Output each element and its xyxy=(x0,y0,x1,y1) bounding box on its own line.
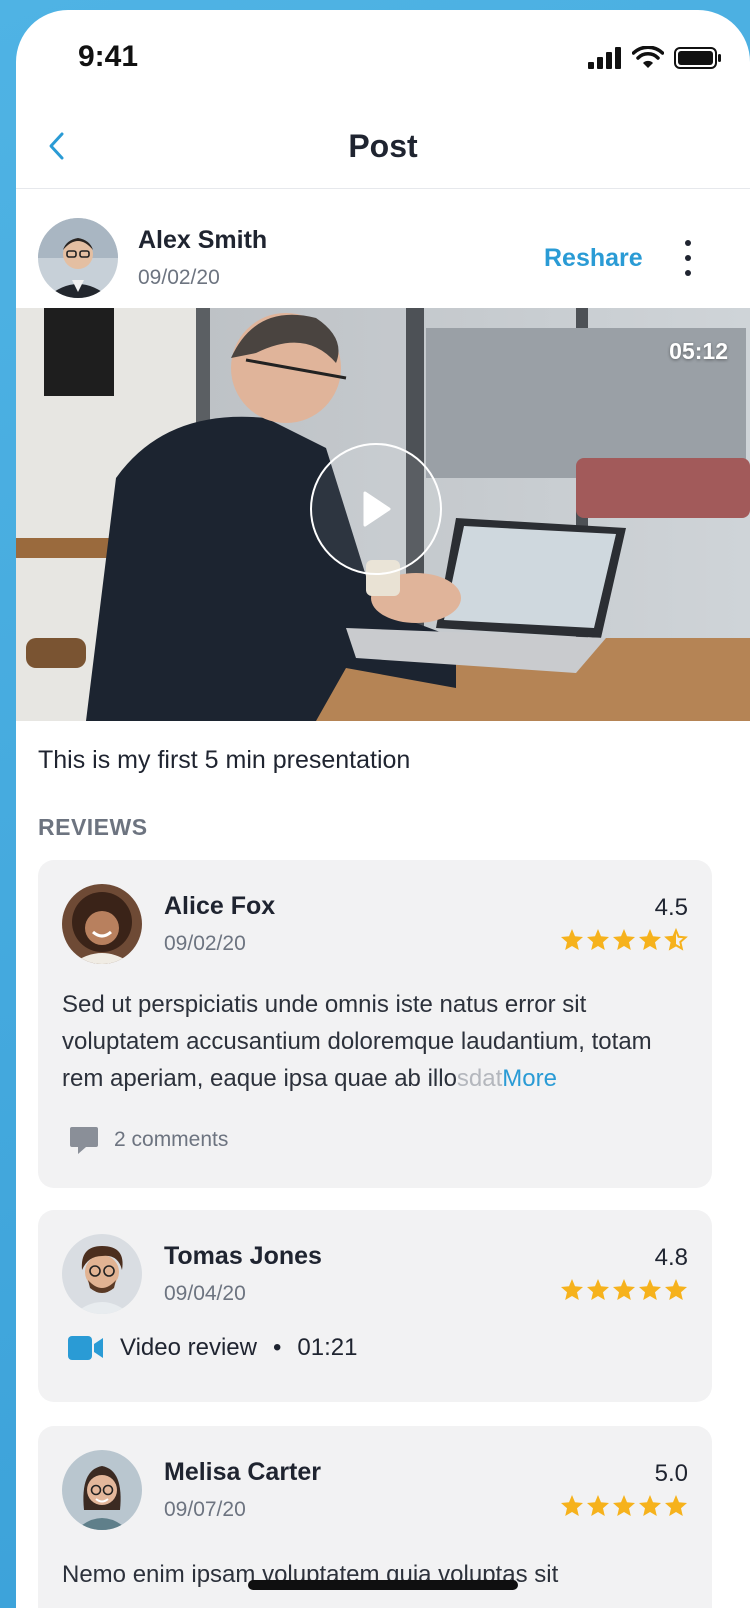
star-icon xyxy=(639,929,661,950)
video-review-duration: 01:21 xyxy=(297,1334,358,1361)
status-time: 9:41 xyxy=(78,40,139,73)
review-date: 09/07/20 xyxy=(164,1498,246,1521)
separator-dot: • xyxy=(272,1334,282,1361)
wifi-icon xyxy=(632,46,664,68)
author-avatar[interactable] xyxy=(38,218,118,298)
reviewer-avatar[interactable] xyxy=(62,1234,142,1314)
rating-stars xyxy=(560,928,688,951)
comments-link[interactable]: 2 comments xyxy=(68,1124,228,1156)
review-date: 09/02/20 xyxy=(164,932,246,955)
reviews-heading: REVIEWS xyxy=(38,814,148,840)
review-date: 09/04/20 xyxy=(164,1282,246,1305)
battery-icon xyxy=(674,47,721,69)
review-score: 4.8 xyxy=(654,1244,688,1271)
star-icon xyxy=(587,1279,609,1300)
more-vertical-icon[interactable] xyxy=(676,238,700,278)
navigation-bar: Post xyxy=(16,108,750,189)
reviewer-name[interactable]: Tomas Jones xyxy=(164,1242,322,1271)
star-icon xyxy=(587,929,609,950)
star-icon xyxy=(639,1495,661,1516)
signal-icon xyxy=(588,47,621,69)
more-link[interactable]: More xyxy=(502,1065,557,1092)
star-icon xyxy=(561,929,583,950)
video-review-label: Video review xyxy=(120,1334,257,1361)
video-review-link[interactable]: Video review • 01:21 xyxy=(68,1334,357,1362)
star-icon xyxy=(613,1279,635,1300)
reviewer-avatar[interactable] xyxy=(62,1450,142,1530)
review-card[interactable]: Tomas Jones 09/04/20 4.8 Video review • … xyxy=(38,1210,712,1402)
star-icon xyxy=(665,1495,687,1516)
comment-icon xyxy=(70,1127,98,1154)
review-text-faded: sdat xyxy=(456,1065,503,1092)
home-indicator[interactable] xyxy=(248,1580,518,1590)
review-score: 4.5 xyxy=(654,894,688,921)
reviewer-avatar[interactable] xyxy=(62,884,142,964)
video-duration: 05:12 xyxy=(669,338,728,364)
star-half-icon xyxy=(664,928,688,951)
play-icon xyxy=(363,491,391,527)
page-title: Post xyxy=(348,128,418,164)
star-icon xyxy=(561,1495,583,1516)
comments-count: 2 comments xyxy=(114,1128,229,1151)
post-caption: This is my first 5 min presentation xyxy=(38,746,411,774)
phone-screen: 9:41 Post Alex Smith 09/02/20 Reshare 05… xyxy=(16,10,750,1608)
reviewer-name[interactable]: Alice Fox xyxy=(164,892,275,921)
star-icon xyxy=(587,1495,609,1516)
reviewer-name[interactable]: Melisa Carter xyxy=(164,1458,321,1487)
star-icon xyxy=(639,1279,661,1300)
star-icon xyxy=(561,1279,583,1300)
rating-stars xyxy=(560,1494,688,1517)
star-icon xyxy=(613,929,635,950)
review-text: Sed ut perspiciatis unde omnis iste natu… xyxy=(62,986,690,1097)
status-icons xyxy=(588,46,722,70)
post-author-row: Alex Smith 09/02/20 Reshare xyxy=(16,200,750,318)
post-date: 09/02/20 xyxy=(138,266,220,289)
reshare-button[interactable]: Reshare xyxy=(544,244,643,273)
video-camera-icon xyxy=(68,1336,103,1360)
rating-stars xyxy=(560,1278,688,1301)
status-bar: 9:41 xyxy=(16,10,750,100)
star-icon xyxy=(665,1279,687,1300)
review-text-visible: Sed ut perspiciatis unde omnis iste natu… xyxy=(62,991,652,1092)
play-button[interactable] xyxy=(310,443,442,575)
video-player[interactable]: 05:12 xyxy=(16,308,750,721)
star-icon xyxy=(613,1495,635,1516)
review-card[interactable]: Alice Fox 09/02/20 4.5 Sed ut perspiciat… xyxy=(38,860,712,1188)
author-name[interactable]: Alex Smith xyxy=(138,226,267,255)
review-score: 5.0 xyxy=(654,1460,688,1487)
